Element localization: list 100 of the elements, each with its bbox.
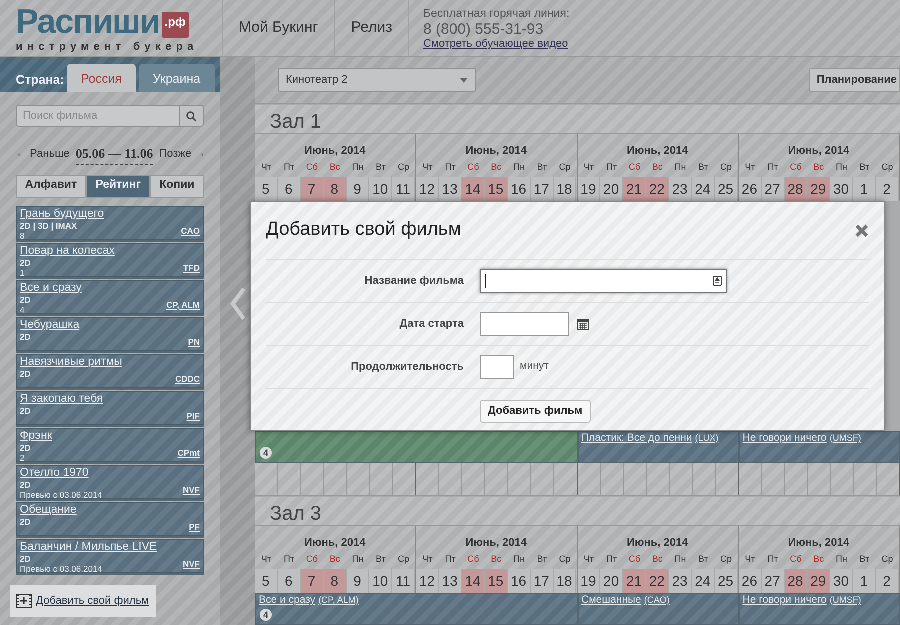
film-card[interactable]: Грань будущего 2D | 3D | IMAX 8 CAO [16,206,204,240]
date-cell[interactable]: 23 [669,177,692,201]
film-title[interactable]: Повар на колесах [20,244,115,258]
date-field[interactable] [480,312,569,336]
country-tab[interactable]: Украина [139,64,215,92]
film-title[interactable]: Фрэнк [20,430,52,442]
date-cell[interactable]: 26 [738,569,762,593]
date-range[interactable]: 05.06 — 11.06 [76,144,154,164]
date-cell[interactable]: 30 [830,177,854,201]
date-cell[interactable]: 16 [508,177,531,201]
close-icon[interactable] [855,224,869,238]
film-title[interactable]: Я закопаю тебя [20,392,104,406]
distributor-link[interactable]: CP, ALM [166,298,200,312]
sort-tab[interactable]: Алфавит [16,174,86,198]
date-cell[interactable]: 9 [346,569,370,593]
date-cell[interactable]: 25 [714,177,738,201]
video-link[interactable]: Смотреть обучающее видео [423,38,568,50]
search-field[interactable]: Поиск фильма [16,105,180,127]
date-cell[interactable]: 29 [807,569,830,593]
date-cell[interactable]: 15 [484,177,508,201]
film-title[interactable]: Обещание [20,504,77,516]
booking-title[interactable]: Все и сразу [259,594,316,606]
date-cell[interactable]: 25 [714,569,738,593]
film-card[interactable]: Фрэнк 2D 2 CPmt [16,428,204,462]
nav-link[interactable]: Релиз [334,0,408,56]
date-cell[interactable]: 5 [255,569,278,593]
date-cell[interactable]: 18 [554,569,576,593]
sort-tab[interactable]: Рейтинг [86,174,150,198]
date-cell[interactable]: 13 [439,177,462,201]
date-cell[interactable]: 22 [646,177,670,201]
date-cell[interactable]: 14 [462,569,485,593]
booking-title[interactable]: Не говори ничего [742,594,827,606]
date-cell[interactable]: 24 [692,569,715,593]
date-cell[interactable]: 27 [762,177,785,201]
film-card[interactable]: Навязчивые ритмы 2D CDDC [16,354,204,388]
sort-tab[interactable]: Копии [150,174,204,198]
film-title[interactable]: Баланчин / Мильпье LIVE [20,540,158,554]
film-card[interactable]: Баланчин / Мильпье LIVE 2D Превью с 03.06.2014 NVF [16,538,204,572]
date-cell[interactable]: 28 [784,569,808,593]
planning-button[interactable]: Планирование [808,68,900,92]
booking-title[interactable]: Смешанные [582,594,642,606]
title-field[interactable] [480,269,727,293]
date-cell[interactable]: 30 [830,569,854,593]
distributor-link[interactable]: (LUX) [695,433,719,443]
film-title[interactable]: Навязчивые ритмы [20,356,122,368]
search-button[interactable] [180,105,204,127]
distributor-link[interactable]: CPmt [178,446,200,460]
date-cell[interactable]: 8 [324,569,347,593]
distributor-link[interactable]: TFD [183,262,200,274]
booking-bar[interactable]: 4 [255,431,578,463]
date-cell[interactable]: 20 [600,177,624,201]
booking-bar[interactable]: Все и сразу (CP, ALM) 4 [255,593,578,625]
distributor-link[interactable]: CAO [181,224,200,238]
date-cell[interactable]: 23 [669,569,692,593]
booking-bar[interactable]: Не говори ничего (UMSF) [738,431,900,463]
film-card[interactable]: Чебурашка 2D PN [16,316,204,350]
date-cell[interactable]: 6 [278,569,301,593]
date-cell[interactable]: 22 [646,569,670,593]
film-card[interactable]: Все и сразу 2D 4 CP, ALM [16,280,204,314]
film-title[interactable]: Чебурашка [20,318,80,332]
distributor-link[interactable]: CDDC [175,372,200,386]
distributor-link[interactable]: PIF [186,410,200,422]
distributor-link[interactable]: (CAO) [644,595,670,605]
duration-field[interactable] [480,355,514,379]
date-cell[interactable]: 2 [876,569,899,593]
film-card[interactable]: Повар на колесах 2D 1 TFD [16,242,204,276]
distributor-link[interactable]: PN [188,336,200,348]
booking-title[interactable]: Не говори ничего [742,432,827,444]
add-film-button[interactable]: Добавить свой фильм [10,585,156,617]
distributor-link[interactable]: (CP, ALM) [318,595,359,605]
film-card[interactable]: Я закопаю тебя 2D PIF [16,390,204,424]
date-cell[interactable]: 20 [600,569,624,593]
chevron-left-icon[interactable] [230,287,246,321]
distributor-link[interactable]: NVF [183,558,200,570]
date-cell[interactable]: 8 [324,177,347,201]
cinema-select[interactable]: Кинотеатр 2 [278,68,476,92]
date-cell[interactable]: 24 [692,177,715,201]
date-cell[interactable]: 17 [530,177,554,201]
distributor-link[interactable]: (UMSF) [830,595,862,605]
date-cell[interactable]: 11 [392,569,416,593]
date-cell[interactable]: 18 [554,177,576,201]
date-cell[interactable]: 11 [392,177,416,201]
nav-link[interactable]: Мой Букинг [222,0,334,56]
country-tab[interactable]: Россия [67,64,136,92]
film-card[interactable]: Отелло 1970 2D Превью с 03.06.2014 NVF [16,464,204,498]
date-cell[interactable]: 13 [439,569,462,593]
date-cell[interactable]: 19 [578,569,600,593]
date-cell[interactable]: 26 [738,177,762,201]
autofill-icon[interactable] [713,276,722,286]
booking-bar[interactable]: Пластик: Все до пенни (LUX) [578,431,739,463]
date-cell[interactable]: 12 [416,177,440,201]
date-cell[interactable]: 14 [462,177,485,201]
booking-bar[interactable]: Не говори ничего (UMSF) [738,593,900,625]
date-cell[interactable]: 9 [346,177,370,201]
date-cell[interactable]: 27 [762,569,785,593]
later-link[interactable]: Позже → [159,146,206,162]
calendar-icon[interactable] [577,318,589,330]
film-title[interactable]: Отелло 1970 [20,466,89,480]
date-cell[interactable]: 16 [508,569,531,593]
booking-title[interactable]: Пластик: Все до пенни [582,432,692,444]
